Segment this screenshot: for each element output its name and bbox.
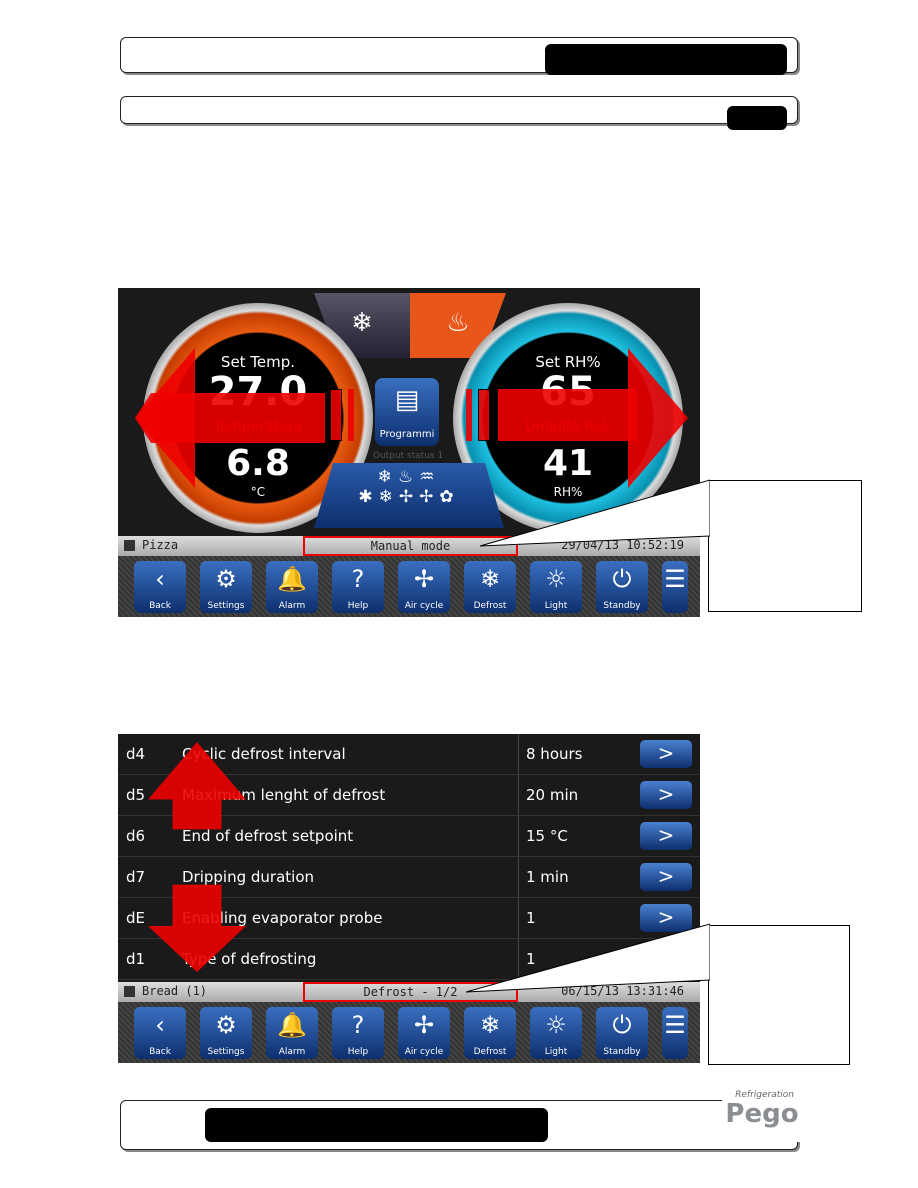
parameter-code: d4 [126, 745, 146, 763]
temp-name: Temperatura [213, 419, 303, 435]
menu-button[interactable]: ☰ [662, 1007, 688, 1059]
air-cycle-button[interactable]: ✢ Air cycle [398, 1007, 450, 1059]
button-label: Settings [207, 601, 245, 611]
parameters-screenshot: d4 Cyclic defrost interval 8 hours > d5 Maxim… [118, 734, 700, 1063]
defrost-icon: ❄ [479, 1011, 501, 1039]
parameter-value: 20 min [526, 786, 579, 804]
parameter-description: Dripping duration [182, 868, 315, 886]
alarm-button[interactable]: 🔔 Alarm [266, 561, 318, 613]
section-box [120, 96, 798, 124]
alarm-icon: 🔔 [277, 1011, 307, 1039]
standby-button[interactable]: ⏻ Standby [596, 1007, 648, 1059]
toolbar: ‹ Back ⚙ Settings 🔔 Alarm? Help ✢ Air cycle ❄ Defr… [118, 556, 700, 617]
help-button[interactable]: ? Help [332, 561, 384, 613]
button-label: Air cycle [404, 601, 444, 611]
rh-name: Umidità Rel. [525, 419, 611, 435]
help-icon: ? [351, 565, 365, 593]
parameter-code: d5 [126, 786, 146, 804]
standby-icon: ⏻ [612, 565, 632, 593]
button-label: Alarm [278, 1047, 306, 1057]
alarm-icon: 🔔 [277, 565, 307, 593]
button-label: Settings [207, 1047, 245, 1057]
edit-parameter-button[interactable]: > [640, 863, 692, 891]
button-label: Back [149, 601, 171, 611]
settings-button[interactable]: ⚙ Settings [200, 561, 252, 613]
defrost-button[interactable]: ❄ Defrost [464, 561, 516, 613]
parameter-value: 8 hours [526, 745, 583, 763]
chevron-right-icon: > [657, 864, 675, 888]
settings-icon: ⚙ [215, 1011, 237, 1039]
main-screen-screenshot: ❄ ♨ Set Temp. 27.0 Temperatura 6.8 °C Se… [118, 288, 700, 617]
button-label: Defrost [473, 601, 507, 611]
programs-label: Programmi [379, 429, 435, 440]
settings-button[interactable]: ⚙ Settings [200, 1007, 252, 1059]
callout-box [708, 480, 862, 612]
standby-icon: ⏻ [612, 1011, 632, 1039]
air-cycle-button[interactable]: ✢ Air cycle [398, 561, 450, 613]
light-icon: ☼ [545, 565, 567, 593]
output-icons: ❄♨♒ ✱❄✢✢✿ [358, 467, 460, 507]
output-status-panel: ❄♨♒ ✱❄✢✢✿ [314, 463, 504, 528]
back-icon: ‹ [155, 1011, 165, 1039]
button-label: Help [347, 601, 369, 611]
program-name: Pizza [142, 538, 179, 552]
light-button[interactable]: ☼ Light [530, 1007, 582, 1059]
callout-pointer [466, 923, 710, 993]
button-label: Defrost [473, 1047, 507, 1057]
chevron-right-icon: > [657, 741, 675, 765]
footer-title-bar [205, 1108, 548, 1142]
header-title-bar [545, 44, 787, 75]
chevron-right-icon: > [657, 782, 675, 806]
output-status: Output status 1 [372, 451, 444, 461]
edit-parameter-button[interactable]: > [640, 822, 692, 850]
edit-parameter-button[interactable]: > [640, 781, 692, 809]
logo-brand: Pego [725, 1099, 799, 1129]
button-label: Alarm [278, 601, 306, 611]
menu-button[interactable]: ☰ [662, 561, 688, 613]
parameter-code: d6 [126, 827, 146, 845]
light-button[interactable]: ☼ Light [530, 561, 582, 613]
notebook-icon: ▤ [394, 385, 420, 415]
button-label: Back [149, 1047, 171, 1057]
parameter-value: 1 min [526, 868, 569, 886]
menu-icon: ☰ [664, 1011, 686, 1039]
button-label: Standby [603, 1047, 641, 1057]
button-label: Help [347, 1047, 369, 1057]
parameter-code: dE [126, 909, 145, 927]
help-button[interactable]: ? Help [332, 1007, 384, 1059]
menu-icon: ☰ [664, 565, 686, 593]
back-button[interactable]: ‹ Back [134, 561, 186, 613]
section-number-bar [727, 106, 787, 130]
button-label: Air cycle [404, 1047, 444, 1057]
settings-icon: ⚙ [215, 565, 237, 593]
button-label: Light [544, 1047, 568, 1057]
programs-button[interactable]: ▤ Programmi [375, 378, 439, 446]
toolbar: ‹ Back ⚙ Settings 🔔 Alarm? Help ✢ Air cycle ❄ Defr… [118, 1002, 700, 1063]
defrost-button[interactable]: ❄ Defrost [464, 1007, 516, 1059]
pego-logo: Refrigeration Pego [722, 1090, 802, 1142]
alarm-button[interactable]: 🔔 Alarm [266, 1007, 318, 1059]
parameter-code: d1 [126, 950, 146, 968]
help-icon: ? [351, 1011, 365, 1039]
button-label: Standby [603, 601, 641, 611]
air-cycle-icon: ✢ [413, 565, 435, 593]
chevron-right-icon: > [657, 823, 675, 847]
light-icon: ☼ [545, 1011, 567, 1039]
standby-button[interactable]: ⏻ Standby [596, 561, 648, 613]
status-square [124, 986, 135, 997]
callout-box [708, 925, 850, 1065]
status-square [124, 540, 135, 551]
defrost-icon: ❄ [479, 565, 501, 593]
parameter-value: 15 °C [526, 827, 568, 845]
back-icon: ‹ [155, 565, 165, 593]
callout-pointer [480, 479, 710, 547]
program-name: Bread (1) [142, 984, 208, 998]
back-button[interactable]: ‹ Back [134, 1007, 186, 1059]
air-cycle-icon: ✢ [413, 1011, 435, 1039]
edit-parameter-button[interactable]: > [640, 740, 692, 768]
parameter-code: d7 [126, 868, 146, 886]
button-label: Light [544, 601, 568, 611]
parameter-description: End of defrost setpoint [182, 827, 354, 845]
